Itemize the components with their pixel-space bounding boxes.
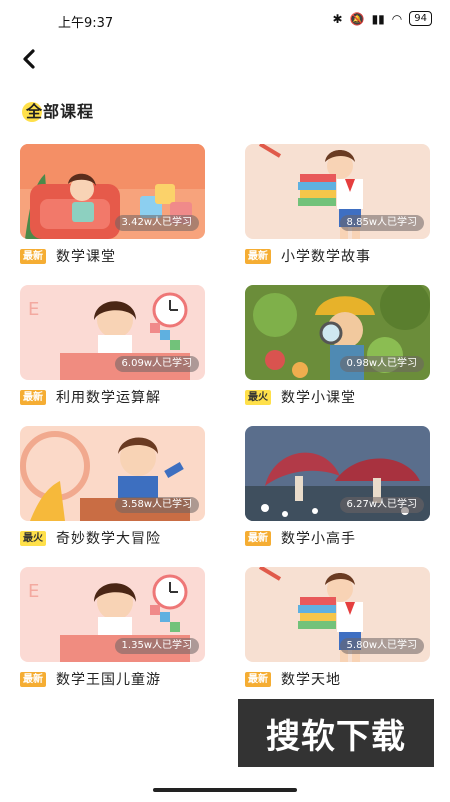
- status-icons: ✱ 🔕 ▮▮ ◠ 94: [333, 11, 432, 26]
- course-info: 最新 数学王国儿童游: [20, 669, 161, 689]
- course-card[interactable]: 5.80w人已学习 最新 数学天地: [245, 567, 430, 688]
- course-title[interactable]: 数学小课堂: [281, 387, 356, 407]
- wifi-icon: ◠: [391, 11, 403, 26]
- course-thumbnail[interactable]: E 1.35w人已学习: [20, 567, 205, 662]
- course-badge: 最新: [245, 530, 271, 546]
- course-card[interactable]: 8.85w人已学习 最新 小学数学故事: [245, 144, 430, 265]
- status-bar: 上午9:37 ✱ 🔕 ▮▮ ◠ 94: [0, 0, 450, 40]
- course-badge: 最新: [20, 248, 46, 264]
- course-badge: 最新: [20, 671, 46, 687]
- chevron-left-icon: [23, 49, 35, 69]
- course-thumbnail[interactable]: 6.27w人已学习: [245, 426, 430, 521]
- learner-count: 1.35w人已学习: [114, 638, 199, 654]
- course-info: 最新 数学天地: [245, 669, 341, 689]
- course-title[interactable]: 数学天地: [281, 669, 341, 689]
- course-card[interactable]: E 6.09w人已学习 最新 利用数学运算解: [20, 285, 205, 406]
- learner-count: 6.27w人已学习: [339, 497, 424, 513]
- learner-count: 6.09w人已学习: [114, 356, 199, 372]
- course-thumbnail[interactable]: 8.85w人已学习: [245, 144, 430, 239]
- course-title[interactable]: 数学课堂: [56, 246, 116, 266]
- back-button[interactable]: [14, 44, 44, 74]
- course-thumbnail[interactable]: E 6.09w人已学习: [20, 285, 205, 380]
- section-title-label: 全部课程: [26, 102, 95, 121]
- course-title[interactable]: 数学小高手: [281, 528, 356, 548]
- bluetooth-icon: ✱: [332, 11, 343, 26]
- course-card[interactable]: 6.27w人已学习 最新 数学小高手: [245, 426, 430, 547]
- course-info: 最火 数学小课堂: [245, 387, 356, 407]
- course-card[interactable]: E 1.35w人已学习 最新 数学王国儿童游: [20, 567, 205, 688]
- course-info: 最火 奇妙数学大冒险: [20, 528, 161, 548]
- course-card[interactable]: 0.98w人已学习 最火 数学小课堂: [245, 285, 430, 406]
- course-info: 最新 小学数学故事: [245, 246, 371, 266]
- course-badge: 最新: [20, 389, 46, 405]
- learner-count: 0.98w人已学习: [339, 356, 424, 372]
- signal-icon: ▮▮: [371, 11, 385, 26]
- course-card[interactable]: 3.42w人已学习 最新 数学课堂: [20, 144, 205, 265]
- learner-count: 8.85w人已学习: [339, 215, 424, 231]
- course-thumbnail[interactable]: 3.58w人已学习: [20, 426, 205, 521]
- course-badge: 最新: [245, 248, 271, 264]
- section-title: 全部课程: [22, 100, 94, 128]
- course-info: 最新 数学小高手: [245, 528, 356, 548]
- watermark-text: 搜软下载: [266, 716, 406, 757]
- svg-text:E: E: [28, 299, 39, 320]
- mute-icon: 🔕: [349, 11, 365, 26]
- course-card[interactable]: 3.58w人已学习 最火 奇妙数学大冒险: [20, 426, 205, 547]
- status-time: 上午9:37: [58, 16, 114, 31]
- course-title[interactable]: 奇妙数学大冒险: [56, 528, 161, 548]
- course-title[interactable]: 利用数学运算解: [56, 387, 161, 407]
- battery-icon: 94: [409, 11, 432, 26]
- course-title[interactable]: 小学数学故事: [281, 246, 371, 266]
- home-indicator[interactable]: [153, 788, 297, 792]
- course-title[interactable]: 数学王国儿童游: [56, 669, 161, 689]
- course-badge: 最新: [245, 671, 271, 687]
- course-thumbnail[interactable]: 0.98w人已学习: [245, 285, 430, 380]
- learner-count: 3.42w人已学习: [114, 215, 199, 231]
- course-badge: 最火: [20, 530, 46, 546]
- learner-count: 5.80w人已学习: [339, 638, 424, 654]
- course-info: 最新 数学课堂: [20, 246, 116, 266]
- course-info: 最新 利用数学运算解: [20, 387, 161, 407]
- watermark: 搜软下载: [238, 699, 434, 767]
- course-badge: 最火: [245, 389, 271, 405]
- course-thumbnail[interactable]: 3.42w人已学习: [20, 144, 205, 239]
- course-thumbnail[interactable]: 5.80w人已学习: [245, 567, 430, 662]
- learner-count: 3.58w人已学习: [114, 497, 199, 513]
- svg-text:E: E: [28, 581, 39, 602]
